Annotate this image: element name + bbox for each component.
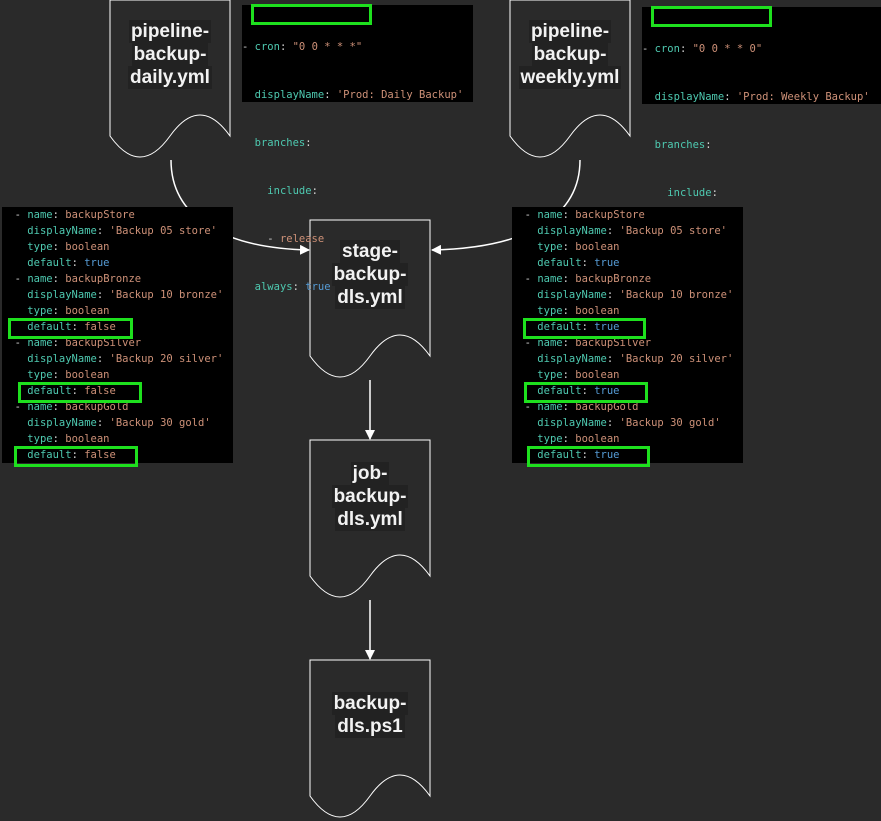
code-block-schedule-daily: - cron: "0 0 * * *" displayName: 'Prod: … bbox=[242, 5, 473, 293]
code-block-params-daily: - name: backupStore displayName: 'Backup… bbox=[2, 207, 233, 463]
node-job-backup-dls: job- backup- dls.yml bbox=[310, 462, 430, 531]
param-default-line: default: false bbox=[27, 385, 116, 397]
param-line: displayName: 'Backup 30 gold' bbox=[27, 417, 211, 429]
param-line: displayName: 'Backup 05 store' bbox=[27, 225, 217, 237]
node-pipeline-backup-daily: pipeline- backup- daily.yml bbox=[110, 20, 230, 89]
param-default-line: default: false bbox=[27, 321, 116, 333]
param-line: type: boolean bbox=[537, 369, 620, 381]
param-name-line: - name: backupSilver bbox=[524, 337, 652, 349]
node-label-line: backup- bbox=[331, 692, 409, 715]
node-label-line: pipeline- bbox=[128, 20, 212, 43]
node-pipeline-backup-weekly: pipeline- backup- weekly.yml bbox=[510, 20, 630, 89]
code-block-schedule-weekly: - cron: "0 0 * * 0" displayName: 'Prod: … bbox=[642, 7, 881, 295]
param-name-line: - name: backupBronze bbox=[14, 273, 142, 285]
node-label-line: job- bbox=[350, 462, 390, 485]
param-line: displayName: 'Backup 20 silver' bbox=[27, 353, 224, 365]
param-line: type: boolean bbox=[537, 241, 620, 253]
node-label-line: pipeline- bbox=[528, 20, 612, 43]
node-label-line: backup- bbox=[531, 43, 609, 66]
node-label-line: daily.yml bbox=[128, 66, 212, 89]
param-default-line: default: true bbox=[537, 257, 620, 269]
code-block-params-weekly: - name: backupStore displayName: 'Backup… bbox=[512, 207, 743, 463]
param-name-line: - name: backupStore bbox=[524, 209, 645, 221]
param-name-line: - name: backupSilver bbox=[14, 337, 142, 349]
param-line: displayName: 'Backup 10 bronze' bbox=[27, 289, 224, 301]
param-line: type: boolean bbox=[27, 369, 110, 381]
param-line: type: boolean bbox=[537, 305, 620, 317]
node-label-line: dls.yml bbox=[335, 508, 405, 531]
node-label-line: backup- bbox=[131, 43, 209, 66]
node-label-line: backup- bbox=[331, 485, 409, 508]
param-line: displayName: 'Backup 05 store' bbox=[537, 225, 727, 237]
param-default-line: default: true bbox=[537, 449, 620, 461]
node-backup-dls-ps1: backup- dls.ps1 bbox=[310, 692, 430, 738]
param-line: displayName: 'Backup 10 bronze' bbox=[537, 289, 734, 301]
param-default-line: default: true bbox=[537, 385, 620, 397]
param-line: type: boolean bbox=[27, 305, 110, 317]
param-line: displayName: 'Backup 20 silver' bbox=[537, 353, 734, 365]
param-default-line: default: true bbox=[27, 257, 110, 269]
param-default-line: default: false bbox=[27, 449, 116, 461]
param-line: type: boolean bbox=[537, 433, 620, 445]
param-default-line: default: true bbox=[537, 321, 620, 333]
param-line: type: boolean bbox=[27, 433, 110, 445]
param-line: type: boolean bbox=[27, 241, 110, 253]
param-name-line: - name: backupGold bbox=[14, 401, 129, 413]
node-label-line: dls.ps1 bbox=[335, 715, 405, 738]
doc-shape-script bbox=[309, 659, 431, 818]
param-name-line: - name: backupStore bbox=[14, 209, 135, 221]
param-name-line: - name: backupBronze bbox=[524, 273, 652, 285]
param-line: displayName: 'Backup 30 gold' bbox=[537, 417, 721, 429]
node-label-line: weekly.yml bbox=[518, 66, 622, 89]
param-name-line: - name: backupGold bbox=[524, 401, 639, 413]
